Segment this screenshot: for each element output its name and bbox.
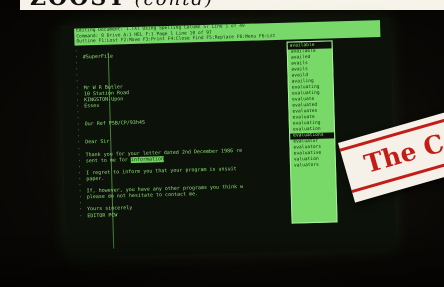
line-text: #SuperFile [82, 53, 114, 61]
magazine-photo: ZOOST (contd) Editing Document: 1.TXT Usi… [0, 0, 444, 287]
line-text: Essex [84, 102, 100, 110]
suggestion-option[interactable]: valuators [291, 162, 335, 169]
line-text: sent to me for [85, 156, 132, 165]
crt-screen: Editing Document: 1.TXT Using Spelling C… [60, 16, 397, 258]
document-text-area[interactable]: · · #SuperFile · · · · · Mr W R Butler · 10 Statio… [75, 42, 321, 254]
highlighted-word[interactable]: information [130, 155, 165, 163]
editor-status-bar: Editing Document: 1.TXT Using Spelling C… [74, 20, 381, 46]
headline-main: ZOOST [30, 0, 127, 10]
line-marker: · [79, 212, 83, 220]
headline-sub: (contd) [135, 0, 214, 10]
line-text: EDITOR PCW [87, 212, 118, 219]
magazine-headline: ZOOST (contd) [20, 0, 444, 10]
spelling-suggestions-list[interactable]: available available availed avails avails av… [286, 40, 338, 224]
label-text: The C [361, 128, 444, 179]
line-text: Dear Sir [85, 139, 110, 146]
line-text: paper. [86, 175, 105, 183]
